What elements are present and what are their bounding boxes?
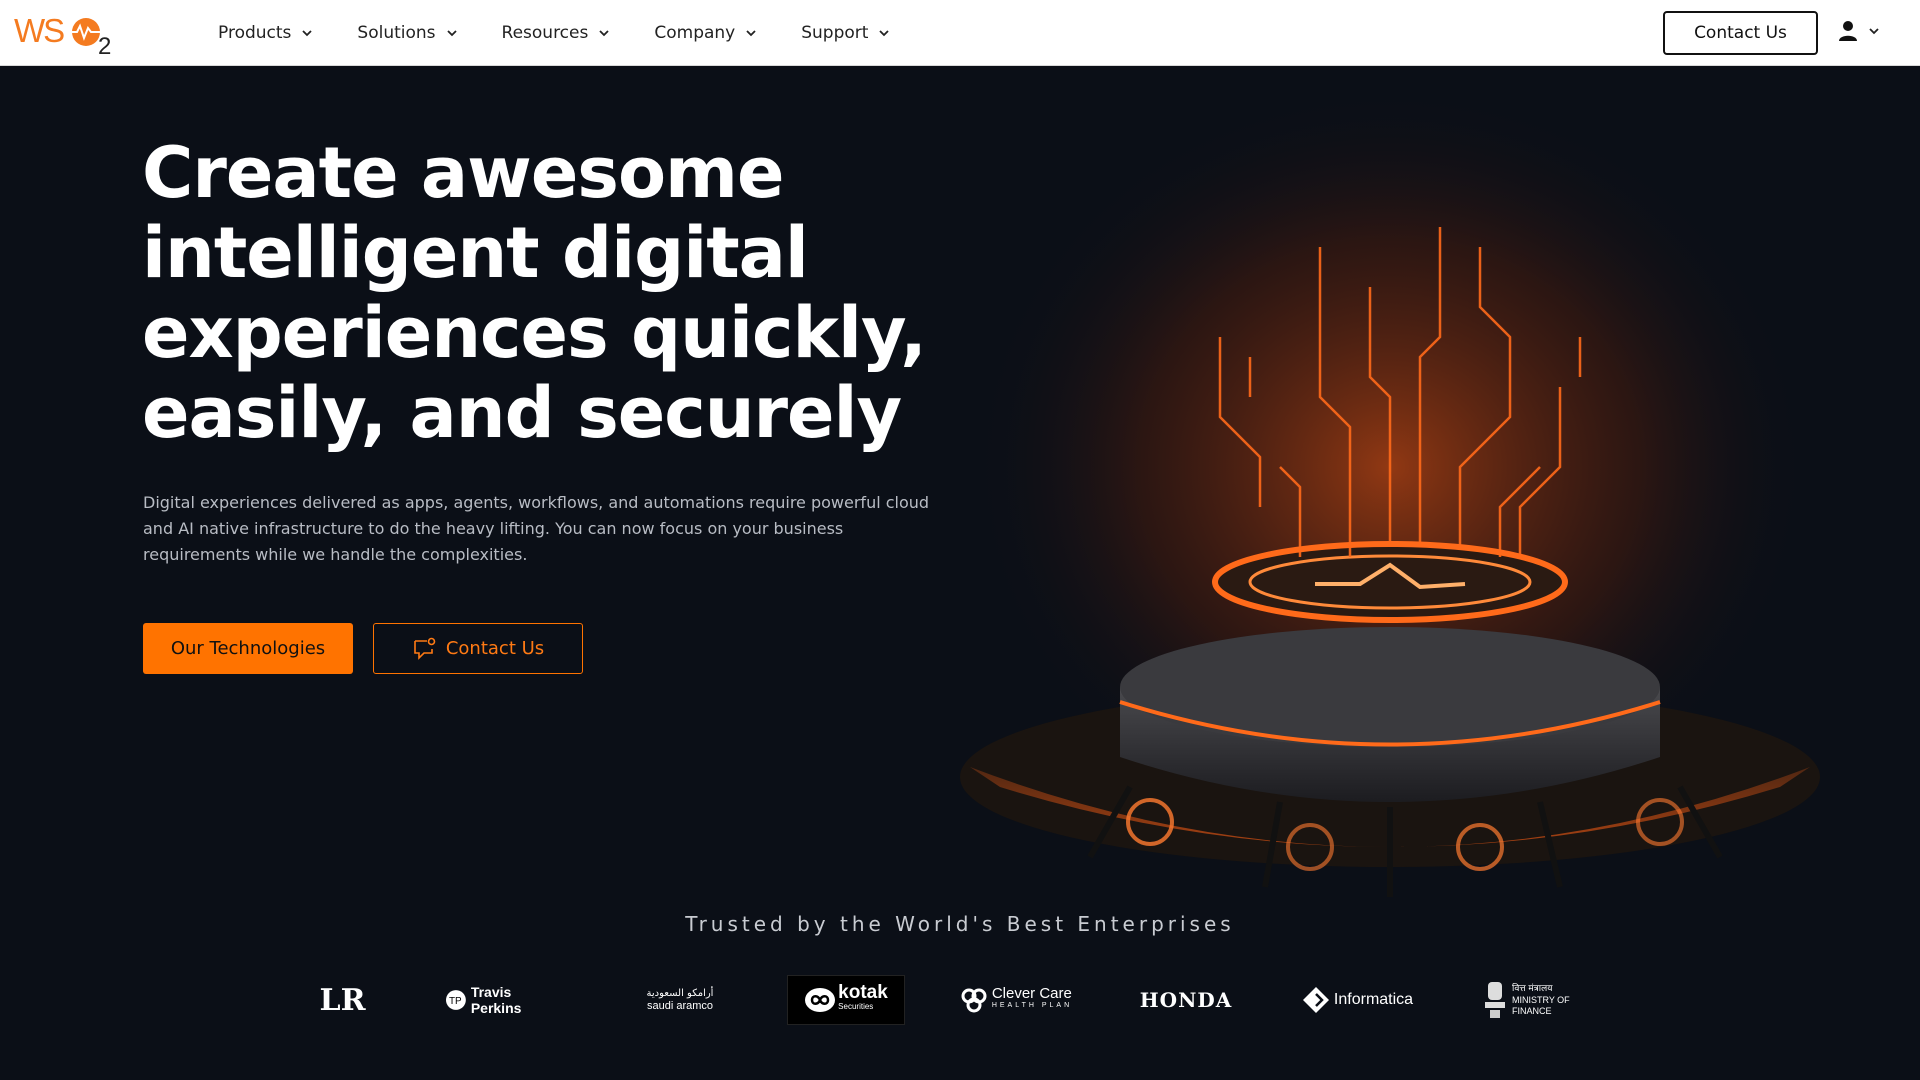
logo-clever-care-subtext: HEALTH PLAN	[991, 1002, 1073, 1009]
logo-kotak-subtext: Securities	[838, 1002, 874, 1011]
national-emblem-icon	[1485, 982, 1505, 1018]
hero-title-line: easily, and securely	[142, 372, 902, 454]
chevron-down-icon	[746, 30, 756, 37]
chevron-down-icon	[302, 30, 313, 37]
logo-honda: HONDA	[1127, 975, 1245, 1025]
user-icon	[1839, 21, 1857, 41]
hero-section: Create awesome intelligent digital exper…	[0, 67, 1920, 1080]
customer-logos: LR TP Travis Perkins أرامكو السعودية sau…	[319, 975, 1610, 1025]
logo-travis-perkins-text: Travis Perkins	[470, 984, 522, 1016]
main-menu: Products Solutions Resources Company Sup…	[218, 0, 934, 66]
menu-resources-label: Resources	[501, 23, 589, 43]
logo-clever-care-wordmark: Clever Care HEALTH PLAN	[991, 985, 1073, 1012]
logo-lr-text: LR	[319, 982, 366, 1018]
chevron-down-icon	[879, 30, 890, 37]
logo-ministry-of-finance: वित्त मंत्रालय MINISTRY OF FINANCE	[1480, 975, 1580, 1025]
chevron-down-icon	[446, 30, 457, 37]
hero-title-line: Create awesome	[142, 132, 784, 214]
logo-saudi-aramco: أرامكو السعودية saudi aramco	[625, 975, 735, 1025]
hero-description: Digital experiences delivered as apps, a…	[143, 493, 930, 564]
menu-products-label: Products	[218, 23, 292, 43]
logo-lr: LR	[319, 975, 366, 1025]
menu-resources[interactable]: Resources	[502, 23, 611, 43]
chevron-down-icon	[1869, 28, 1879, 35]
chevron-down-icon	[599, 30, 609, 37]
logo-informatica-text: Informatica	[1333, 991, 1414, 1008]
logo-kotak-text: kotak	[838, 982, 888, 1003]
our-technologies-button[interactable]: Our Technologies	[143, 623, 353, 674]
logo-saudi-aramco-arabic: أرامكو السعودية	[646, 988, 714, 999]
menu-company-label: Company	[654, 23, 736, 43]
hero-title-line: intelligent digital	[142, 212, 809, 294]
logo-ministry-of-finance-hindi: वित्त मंत्रालय	[1512, 983, 1553, 994]
logo-travis-perkins: TP Travis Perkins	[445, 975, 565, 1025]
logo-kotak: kotak Securities	[787, 975, 905, 1025]
hero-contact-button[interactable]: Contact Us	[373, 623, 583, 674]
wso2-logo[interactable]: WS 2	[14, 10, 118, 60]
menu-support[interactable]: Support	[801, 23, 890, 43]
user-menu[interactable]	[1838, 20, 1880, 42]
menu-solutions[interactable]: Solutions	[357, 23, 457, 43]
clever-care-mark-icon	[961, 988, 987, 1013]
svg-text:TP: TP	[449, 996, 462, 1007]
logo-clever-care: Clever Care HEALTH PLAN	[957, 975, 1075, 1025]
hero-title-line: experiences quickly,	[142, 292, 927, 374]
hero-platform-illustration	[960, 87, 1820, 897]
logo-honda-text: HONDA	[1139, 988, 1233, 1012]
logo-informatica: Informatica	[1295, 975, 1420, 1025]
svg-text:WS: WS	[14, 12, 64, 49]
svg-text:2: 2	[98, 33, 111, 56]
hero-title: Create awesome intelligent digital exper…	[142, 133, 942, 453]
travis-perkins-mark-icon: TP	[445, 990, 466, 1010]
trusted-heading: Trusted by the World's Best Enterprises	[685, 912, 1235, 936]
logo-ministry-of-finance-text: MINISTRY OF FINANCE	[1512, 994, 1570, 1016]
menu-company[interactable]: Company	[654, 23, 757, 43]
menu-solutions-label: Solutions	[357, 23, 436, 43]
menu-support-label: Support	[801, 23, 869, 43]
logo-kotak-wordmark: kotak Securities	[838, 982, 888, 1014]
logo-saudi-aramco-text: saudi aramco	[646, 1000, 714, 1012]
nav-contact-button[interactable]: Contact Us	[1663, 11, 1818, 55]
menu-products[interactable]: Products	[218, 23, 313, 43]
logo-ministry-of-finance-wordmark: वित्त मंत्रालय MINISTRY OF FINANCE	[1512, 984, 1578, 1017]
kotak-infinity-icon	[805, 988, 836, 1012]
informatica-diamond-icon	[1302, 987, 1329, 1013]
logo-clever-care-text: Clever Care	[991, 985, 1072, 1002]
hero-contact-label: Contact Us	[445, 638, 545, 659]
top-navigation: WS 2 Products Solutions Resources Compan…	[0, 0, 1920, 66]
chat-icon	[414, 637, 436, 660]
